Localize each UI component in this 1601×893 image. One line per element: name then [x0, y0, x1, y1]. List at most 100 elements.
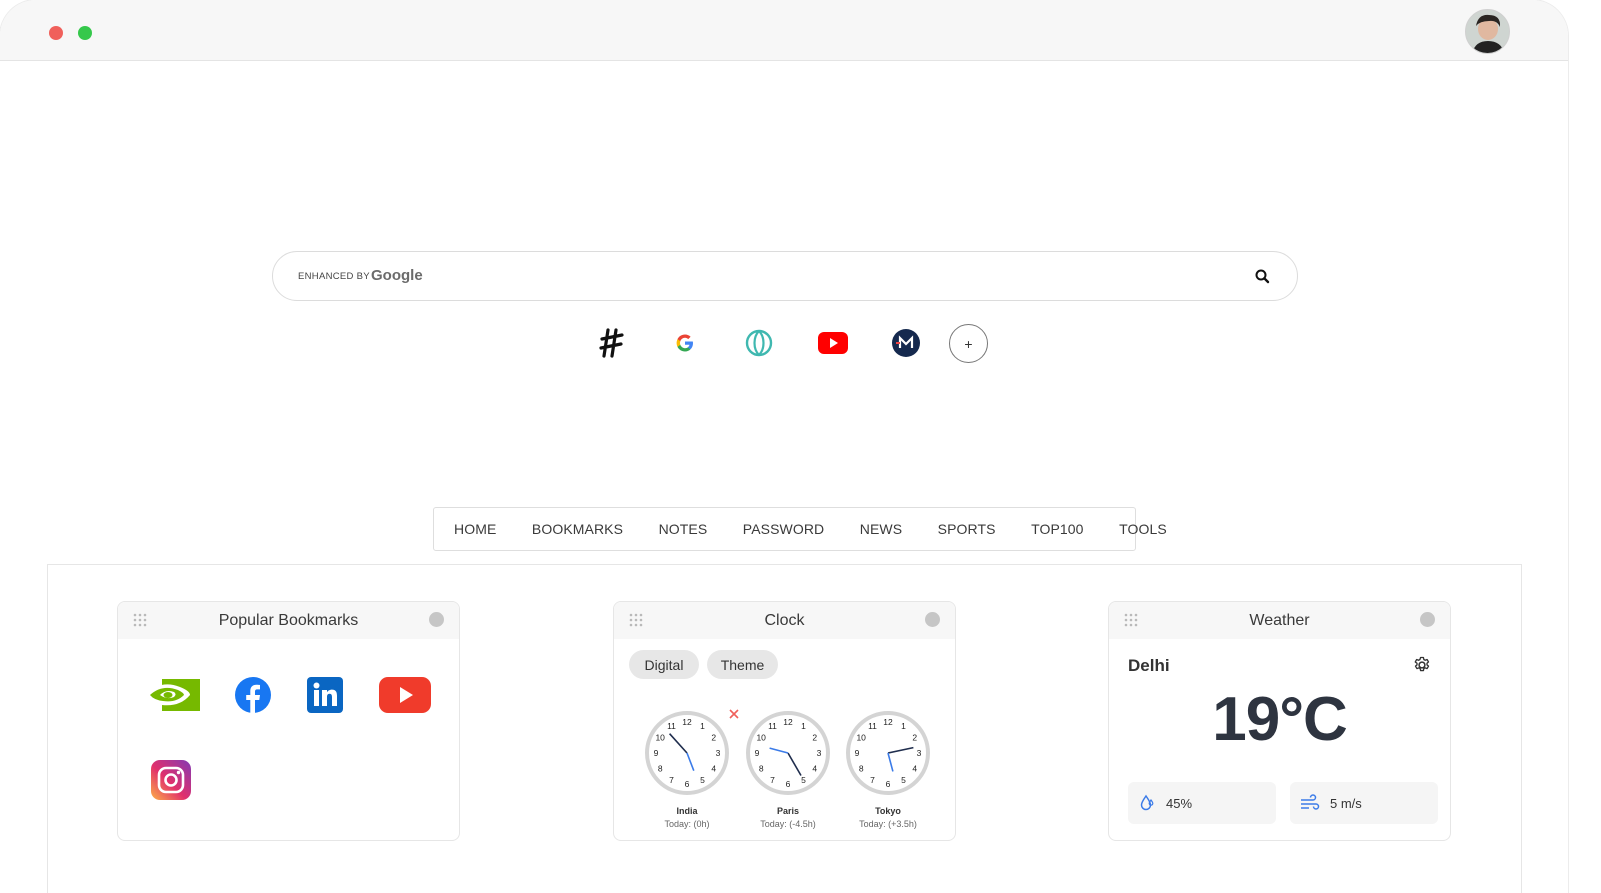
- nav-notes[interactable]: NOTES: [659, 521, 708, 537]
- clock-numeral: 4: [711, 764, 716, 774]
- bookmark-nvidia[interactable]: [146, 676, 200, 714]
- youtube-icon: [379, 677, 431, 713]
- instagram-icon: [151, 760, 191, 800]
- clock-numeral: 11: [868, 721, 877, 731]
- analog-clock-face: 1234567891011 12: [846, 711, 930, 795]
- add-shortcut-button[interactable]: +: [949, 324, 988, 363]
- humidity-value: 45%: [1166, 795, 1193, 811]
- clock-numeral: 3: [917, 748, 922, 758]
- clock-card: Clock Digital Theme 1 2 3 4 5 6 7 8 9 10 11 12 Indi…: [613, 601, 956, 841]
- search-input[interactable]: [433, 262, 1233, 292]
- temperature-value: 19°C: [1212, 685, 1348, 754]
- clock-numeral: 7: [770, 775, 775, 785]
- google-brand-label: Google: [371, 267, 423, 284]
- clock-city: Paris: [776, 806, 800, 816]
- linkedin-icon: [307, 677, 343, 713]
- clock-numeral: 9: [654, 748, 659, 758]
- wind-value: 5 m/s: [1330, 795, 1362, 811]
- clock-numeral: 1: [700, 721, 705, 731]
- clock-numeral: 6: [786, 779, 791, 789]
- clock-numeral: 10: [856, 733, 866, 743]
- google-icon: [676, 334, 693, 352]
- close-window-button[interactable]: [49, 26, 63, 40]
- tab-theme[interactable]: Theme: [707, 650, 778, 679]
- clock-numeral: 11: [768, 721, 777, 731]
- clock-numeral: 8: [658, 764, 663, 774]
- nav-tools[interactable]: TOOLS: [1119, 521, 1167, 537]
- clock-numeral: 10: [655, 733, 665, 743]
- clock-offset: Today: (0h): [664, 819, 710, 829]
- card-title: Weather: [1249, 612, 1310, 629]
- bookmark-youtube[interactable]: [378, 676, 432, 714]
- nav-bookmarks[interactable]: BOOKMARKS: [532, 521, 623, 537]
- bookmark-linkedin[interactable]: [306, 676, 344, 714]
- clock-city: India: [676, 806, 698, 816]
- clock-numeral: 2: [711, 733, 716, 743]
- shortcut-youtube[interactable]: [815, 325, 851, 361]
- search-button[interactable]: [1251, 265, 1275, 289]
- clock-numeral: 5: [901, 775, 906, 785]
- humidity-icon: [1140, 794, 1154, 811]
- clock-offset: Today: (-4.5h): [760, 819, 816, 829]
- clock-numeral: 5: [801, 775, 806, 785]
- card-header: Clock: [614, 602, 955, 639]
- clock-numeral: 8: [759, 764, 764, 774]
- nvidia-icon: [146, 679, 200, 711]
- grammarly-icon: [745, 329, 773, 357]
- clock-numeral: 12: [682, 717, 692, 727]
- clock-numeral: 7: [669, 775, 674, 785]
- card-menu-button[interactable]: [429, 612, 444, 627]
- card-menu-button[interactable]: [925, 612, 940, 627]
- clock-numeral: 6: [685, 779, 690, 789]
- shortcut-m[interactable]: [888, 325, 924, 361]
- clock-numeral: 6: [886, 779, 891, 789]
- gear-icon[interactable]: [1412, 655, 1432, 675]
- clock-numeral: 9: [755, 748, 760, 758]
- clock-numeral: 3: [817, 748, 822, 758]
- card-title: Clock: [764, 612, 805, 629]
- card-header: Weather: [1109, 602, 1450, 639]
- tab-digital[interactable]: Digital: [629, 650, 699, 679]
- nav-sports[interactable]: SPORTS: [938, 521, 996, 537]
- shortcut-hashnode[interactable]: [594, 325, 630, 361]
- clock-numeral: 2: [912, 733, 917, 743]
- nav-news[interactable]: NEWS: [860, 521, 902, 537]
- card-title: Popular Bookmarks: [218, 612, 359, 629]
- shortcut-grammarly[interactable]: [741, 325, 777, 361]
- weather-city: Delhi: [1128, 656, 1170, 675]
- humidity-stat: 45%: [1128, 782, 1276, 824]
- weather-card: Weather Delhi 19°C 45% 5 m/s: [1108, 601, 1451, 841]
- clock-numeral: 4: [812, 764, 817, 774]
- hashnode-icon: [599, 328, 624, 358]
- clock-numeral: 1: [801, 721, 806, 731]
- nav-password[interactable]: PASSWORD: [743, 521, 824, 537]
- maximize-window-button[interactable]: [78, 26, 92, 40]
- clock-numeral: 2: [812, 733, 817, 743]
- clock-numeral: 10: [756, 733, 766, 743]
- wind-icon: [1301, 794, 1320, 810]
- nav-home[interactable]: HOME: [454, 521, 496, 537]
- avatar[interactable]: [1465, 9, 1510, 54]
- clock-numeral: 4: [912, 764, 917, 774]
- title-bar: [0, 0, 1568, 61]
- clock-india: 1 2 3 4 5 6 7 8 9 10 11 12 India Today: (0h): [642, 709, 732, 829]
- card-menu-button[interactable]: [1420, 612, 1435, 627]
- main-nav: HOME BOOKMARKS NOTES PASSWORD NEWS SPORT…: [433, 507, 1167, 551]
- shortcut-google[interactable]: [667, 325, 703, 361]
- browser-window: ENHANCED BY Google + HOME BOOKMARKS NOTE…: [0, 0, 1568, 893]
- popular-bookmarks-card: Popular Bookmarks: [117, 601, 460, 841]
- bookmark-facebook[interactable]: [234, 676, 272, 714]
- analog-clock-face: 1234567891011 12: [746, 711, 830, 795]
- clock-numeral: 9: [855, 748, 860, 758]
- card-header: Popular Bookmarks: [118, 602, 459, 639]
- search-icon: [1255, 269, 1270, 284]
- wind-stat: 5 m/s: [1290, 782, 1438, 824]
- clock-city: Tokyo: [875, 806, 901, 816]
- nav-top100[interactable]: TOP100: [1031, 521, 1084, 537]
- clock-numeral: 11: [667, 721, 676, 731]
- youtube-icon: [818, 332, 848, 354]
- search-bar: ENHANCED BY Google: [272, 251, 1298, 301]
- clock-paris: 1 2 3 4 5 6 7 8 9 10 11 12 Paris Today: (-4.5h): [743, 709, 833, 829]
- m-icon: [892, 329, 920, 357]
- bookmark-instagram[interactable]: [151, 760, 191, 800]
